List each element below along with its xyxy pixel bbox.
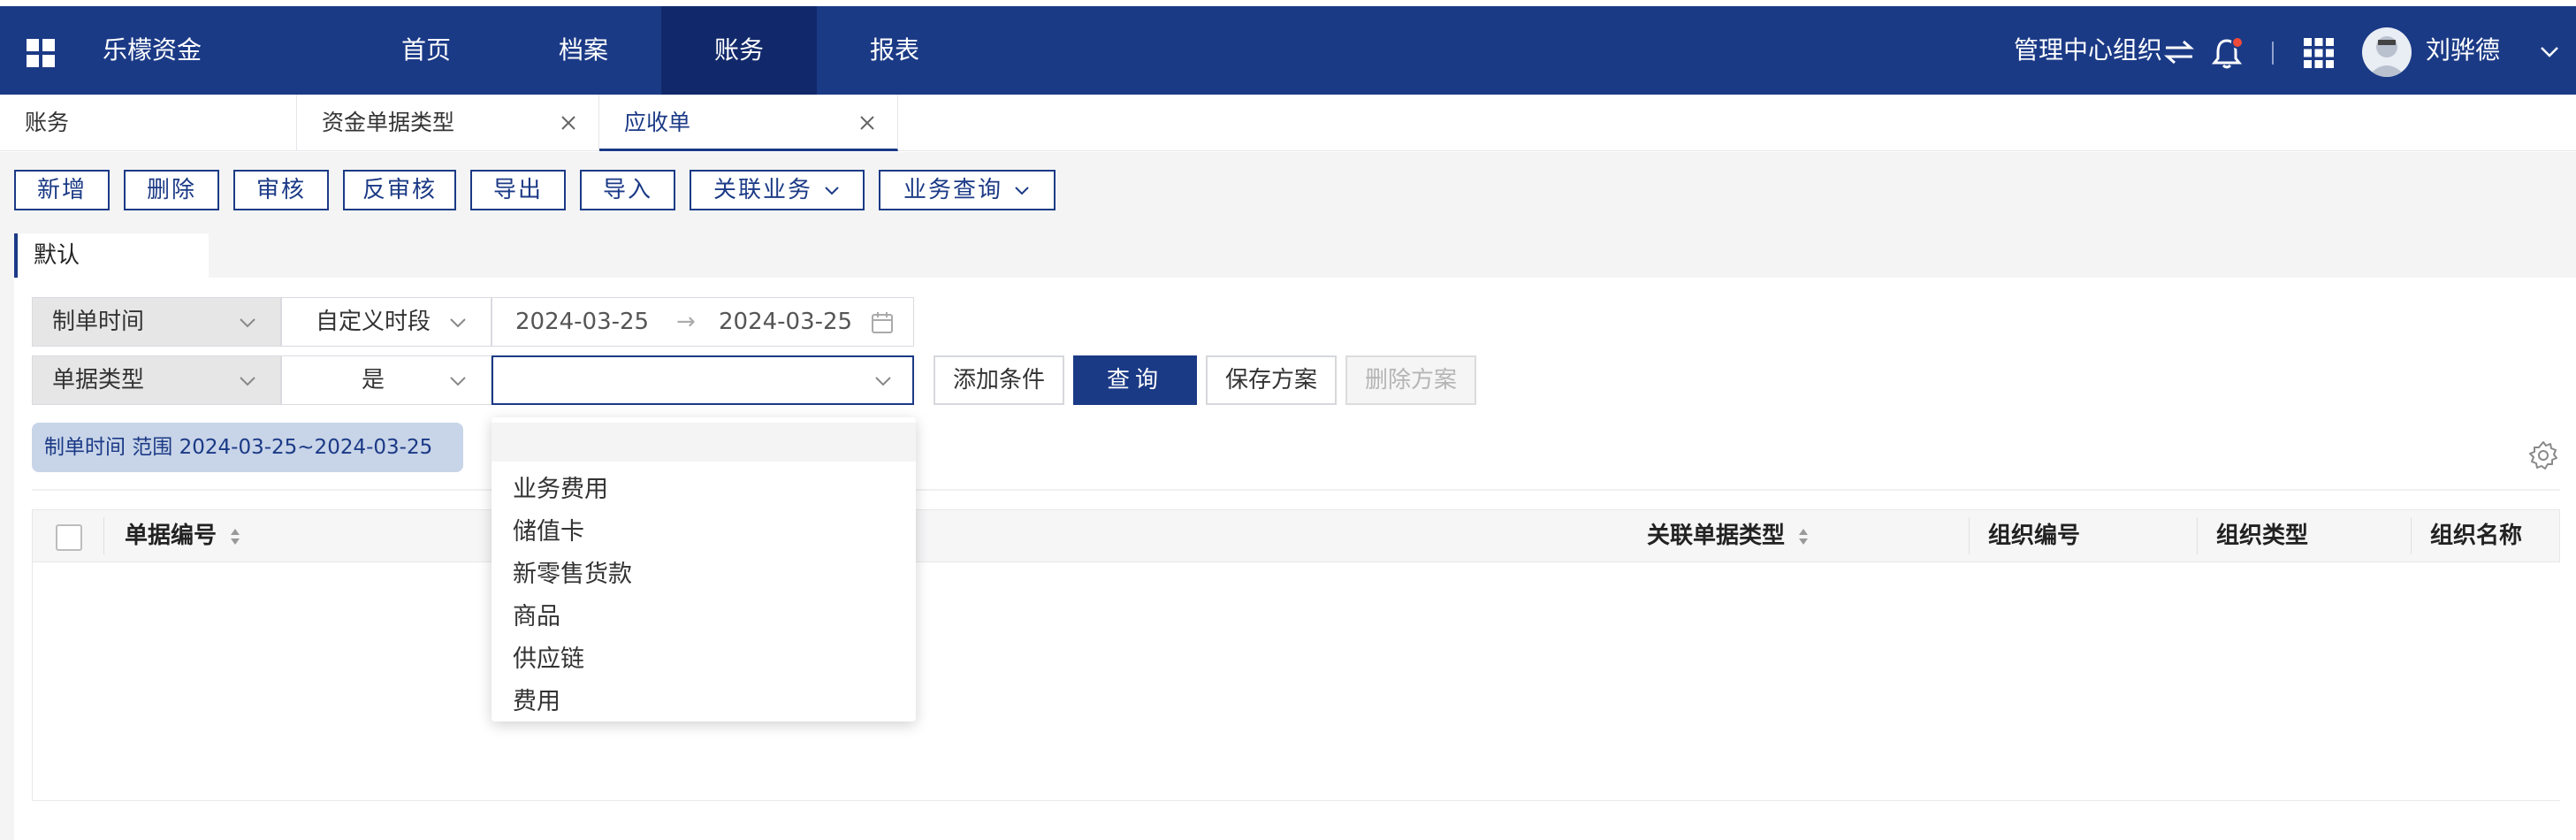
brand-name: 乐檬资金 — [103, 35, 202, 65]
topbar-divider — [2272, 42, 2274, 65]
business-query-dropdown[interactable]: 业务查询 — [879, 170, 1056, 210]
dropdown-option[interactable]: 储值卡 — [513, 511, 584, 554]
column-org-type[interactable]: 组织类型 — [2216, 510, 2308, 561]
chevron-down-icon — [450, 318, 466, 328]
swap-icon[interactable] — [2164, 40, 2194, 65]
related-business-dropdown[interactable]: 关联业务 — [690, 170, 865, 210]
filter-operator-is[interactable]: 是 — [281, 355, 492, 405]
operator-label: 自定义时段 — [315, 309, 431, 335]
calendar-icon[interactable] — [871, 311, 894, 334]
avatar[interactable] — [2362, 27, 2412, 77]
username[interactable]: 刘骅德 — [2426, 6, 2500, 95]
dropdown-label: 业务查询 — [903, 177, 1002, 203]
dropdown-option[interactable]: 新零售货款 — [513, 554, 632, 596]
dropdown-option[interactable]: 业务费用 — [513, 469, 608, 511]
chevron-down-icon[interactable] — [2539, 45, 2560, 59]
tab-receivable[interactable]: 应收单 — [599, 95, 898, 151]
tab-bar: 账务 资金单据类型 应收单 — [0, 95, 2576, 151]
gear-icon[interactable] — [2528, 440, 2558, 470]
tab-label: 账务 — [25, 110, 70, 135]
chevron-down-icon — [240, 377, 255, 386]
import-button[interactable]: 导入 — [580, 170, 675, 210]
column-label: 单据编号 — [125, 523, 217, 549]
column-divider — [2411, 517, 2412, 554]
chevron-down-icon — [450, 377, 466, 386]
column-org-name[interactable]: 组织名称 — [2430, 510, 2522, 561]
table-body — [32, 562, 2560, 801]
sort-icon[interactable] — [1797, 527, 1810, 546]
chevron-down-icon — [1015, 186, 1029, 195]
nav-home[interactable]: 首页 — [382, 6, 470, 95]
field-label: 单据类型 — [52, 367, 145, 393]
range-arrow: → — [676, 309, 696, 335]
scheme-tab-default[interactable]: 默认 — [14, 233, 209, 278]
dropdown-label: 关联业务 — [713, 177, 812, 203]
dropdown-option[interactable]: 商品 — [513, 596, 560, 638]
filter-operator-custom-period[interactable]: 自定义时段 — [281, 297, 492, 347]
column-doc-number[interactable]: 单据编号 — [125, 510, 241, 561]
separator — [32, 489, 2560, 491]
save-scheme-button[interactable]: 保存方案 — [1206, 355, 1337, 405]
date-end[interactable]: 2024-03-25 — [719, 298, 852, 346]
notification-badge — [2231, 36, 2244, 49]
filter-field-created-time[interactable]: 制单时间 — [32, 297, 281, 347]
filter-field-doc-type[interactable]: 单据类型 — [32, 355, 281, 405]
doc-type-dropdown-menu: 业务费用 储值卡 新零售货款 商品 供应链 费用 — [492, 417, 916, 722]
close-icon[interactable] — [858, 114, 876, 132]
chevron-down-icon — [825, 186, 839, 195]
apps-icon[interactable] — [2302, 36, 2336, 70]
field-label: 制单时间 — [52, 309, 145, 335]
grid-menu-icon[interactable] — [25, 37, 57, 69]
add-button[interactable]: 新增 — [14, 170, 110, 210]
tab-fund-doc-type[interactable]: 资金单据类型 — [297, 95, 599, 151]
dropdown-option-empty[interactable] — [492, 423, 916, 462]
column-related-doc-type[interactable]: 关联单据类型 — [1647, 510, 1810, 561]
column-divider — [1969, 517, 1970, 554]
column-org-number[interactable]: 组织编号 — [1988, 510, 2080, 561]
nav-archive[interactable]: 档案 — [539, 6, 628, 95]
select-all-checkbox[interactable] — [56, 524, 82, 551]
add-condition-button[interactable]: 添加条件 — [934, 355, 1064, 405]
left-margin — [0, 278, 14, 840]
nav-accounting[interactable]: 账务 — [661, 6, 817, 95]
column-divider — [2197, 517, 2198, 554]
tab-label: 应收单 — [624, 110, 691, 135]
table-header: 单据编号 关联单据类型 组织编号 组织类型 组织名称 — [32, 509, 2560, 562]
export-button[interactable]: 导出 — [470, 170, 566, 210]
delete-scheme-button[interactable]: 删除方案 — [1345, 355, 1476, 405]
action-toolbar: 新增 删除 审核 反审核 导出 导入 关联业务 业务查询 — [0, 152, 2576, 228]
tab-label: 资金单据类型 — [322, 110, 455, 135]
query-button[interactable]: 查询 — [1073, 355, 1197, 405]
org-name[interactable]: 管理中心组织 — [2014, 6, 2162, 95]
column-divider — [103, 517, 104, 554]
close-icon[interactable] — [560, 114, 577, 132]
tab-accounting[interactable]: 账务 — [0, 95, 297, 151]
date-start[interactable]: 2024-03-25 — [515, 298, 649, 346]
top-navigation-bar: 乐檬资金 首页 档案 账务 报表 管理中心组织 刘骅德 — [0, 6, 2576, 95]
doc-type-value-select[interactable] — [492, 355, 914, 405]
operator-label: 是 — [361, 367, 385, 393]
delete-button[interactable]: 删除 — [124, 170, 219, 210]
chevron-down-icon — [875, 377, 891, 386]
chevron-down-icon — [240, 318, 255, 328]
date-range-picker[interactable]: 2024-03-25 → 2024-03-25 — [492, 297, 914, 347]
dropdown-option[interactable]: 费用 — [513, 681, 560, 723]
nav-reports[interactable]: 报表 — [850, 6, 939, 95]
column-label: 关联单据类型 — [1647, 523, 1786, 549]
active-filter-chip[interactable]: 制单时间 范围 2024-03-25~2024-03-25 — [32, 423, 463, 472]
dropdown-option[interactable]: 供应链 — [513, 638, 584, 681]
sort-icon[interactable] — [229, 527, 241, 546]
scheme-bar: 默认 — [0, 228, 2576, 278]
approve-button[interactable]: 审核 — [233, 170, 329, 210]
unapprove-button[interactable]: 反审核 — [343, 170, 456, 210]
